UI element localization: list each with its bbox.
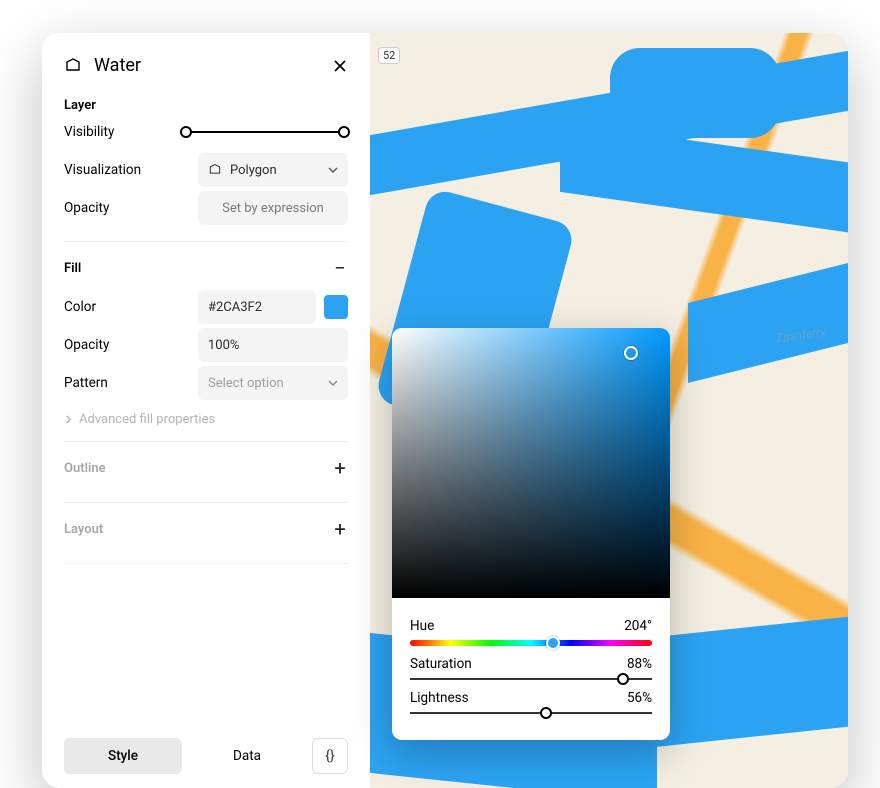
fill-color-input[interactable]: #2CA3F2 [198,290,316,324]
section-layout-title: Layout [64,522,103,537]
divider [64,563,348,564]
chevron-right-icon [64,415,73,424]
expand-outline-button[interactable]: + [332,456,348,480]
app-window: Water Layer Visibility Visualization Pol… [42,33,848,788]
lightness-slider[interactable] [410,712,652,714]
close-button[interactable] [332,58,348,74]
color-picker-popover: Hue 204° Saturation 88% Lightness 56% [392,328,670,740]
fill-opacity-label: Opacity [64,337,109,353]
style-sidebar: Water Layer Visibility Visualization Pol… [42,33,370,788]
water-feature [610,48,780,138]
fill-opacity-input[interactable]: 100% [198,328,348,362]
fill-color-label: Color [64,299,96,315]
saturation-slider[interactable] [410,678,652,680]
tab-style[interactable]: Style [64,738,182,774]
opacity-expression-button[interactable]: Set by expression [198,191,348,225]
visualization-select[interactable]: Polygon [198,153,348,187]
bottom-tabs: Style Data {} [64,738,348,774]
polygon-icon [64,57,82,75]
divider [64,502,348,503]
fill-opacity-row: Opacity 100% [64,326,348,364]
visibility-label: Visibility [64,124,114,140]
section-outline-title: Outline [64,461,106,476]
chevron-down-icon [328,165,338,175]
visibility-slider[interactable] [186,131,344,133]
saturation-label: Saturation [410,656,472,672]
code-toggle-button[interactable]: {} [312,738,348,774]
saturation-value-area[interactable] [392,328,670,598]
opacity-label: Opacity [64,200,109,216]
visualization-label: Visualization [64,162,141,178]
lightness-knob[interactable] [540,707,552,719]
visualization-value: Polygon [230,163,277,178]
section-fill-title: Fill [64,261,81,276]
fill-color-swatch[interactable] [324,295,348,319]
divider [64,241,348,242]
polygon-icon [208,163,222,177]
visualization-row: Visualization Polygon [64,151,348,189]
section-layer-title: Layer [64,98,348,113]
panel-title: Water [94,55,320,76]
tab-data[interactable]: Data [188,738,306,774]
hue-knob[interactable] [546,636,560,650]
road-shield: 52 [378,47,400,64]
fill-pattern-row: Pattern Select option [64,364,348,402]
section-fill-head: Fill − [64,256,348,280]
sv-cursor[interactable] [624,346,638,360]
fill-pattern-label: Pattern [64,375,108,391]
visibility-row: Visibility [64,113,348,151]
saturation-value: 88% [627,656,652,672]
divider [64,441,348,442]
saturation-knob[interactable] [617,673,629,685]
hue-label: Hue [410,618,434,634]
lightness-label: Lightness [410,690,469,706]
water-feature [688,263,848,383]
expand-layout-button[interactable]: + [332,517,348,541]
hue-value: 204° [624,618,652,634]
opacity-row: Opacity Set by expression [64,189,348,227]
chevron-down-icon [328,378,338,388]
collapse-fill-button[interactable]: − [332,256,348,280]
section-layout-head[interactable]: Layout + [64,517,348,541]
panel-header: Water [64,55,348,76]
hue-slider[interactable] [410,640,652,646]
fill-color-row: Color #2CA3F2 [64,288,348,326]
water-feature [560,122,848,234]
lightness-value: 56% [627,690,652,706]
section-outline-head[interactable]: Outline + [64,456,348,480]
fill-pattern-select[interactable]: Select option [198,366,348,400]
advanced-fill-toggle[interactable]: Advanced fill properties [64,412,348,427]
